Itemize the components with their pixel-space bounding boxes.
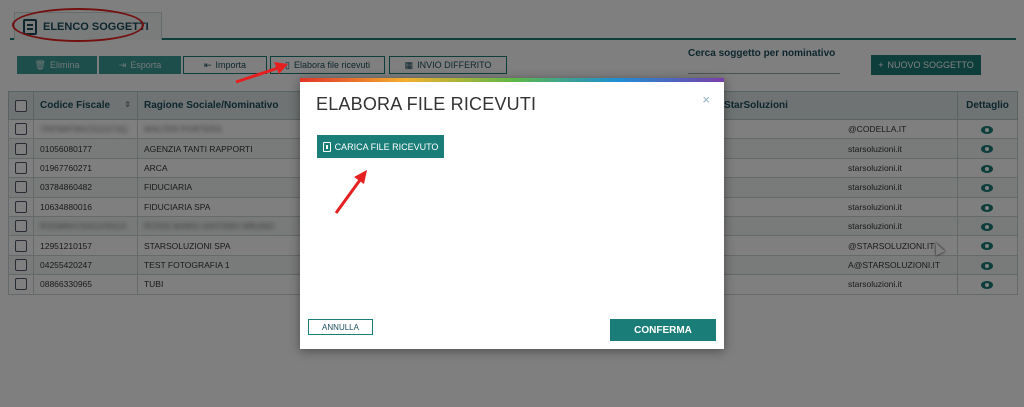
- process-files-modal: ELABORA FILE RICEVUTI × CARICA FILE RICE…: [300, 78, 724, 349]
- close-icon[interactable]: ×: [702, 92, 710, 107]
- upload-file-button[interactable]: CARICA FILE RICEVUTO: [317, 135, 444, 158]
- modal-color-stripe: [300, 78, 724, 82]
- upload-file-icon: [322, 141, 331, 152]
- modal-title: ELABORA FILE RICEVUTI: [316, 94, 537, 114]
- cancel-button[interactable]: ANNULLA: [308, 319, 373, 335]
- confirm-button[interactable]: CONFERMA: [610, 319, 716, 341]
